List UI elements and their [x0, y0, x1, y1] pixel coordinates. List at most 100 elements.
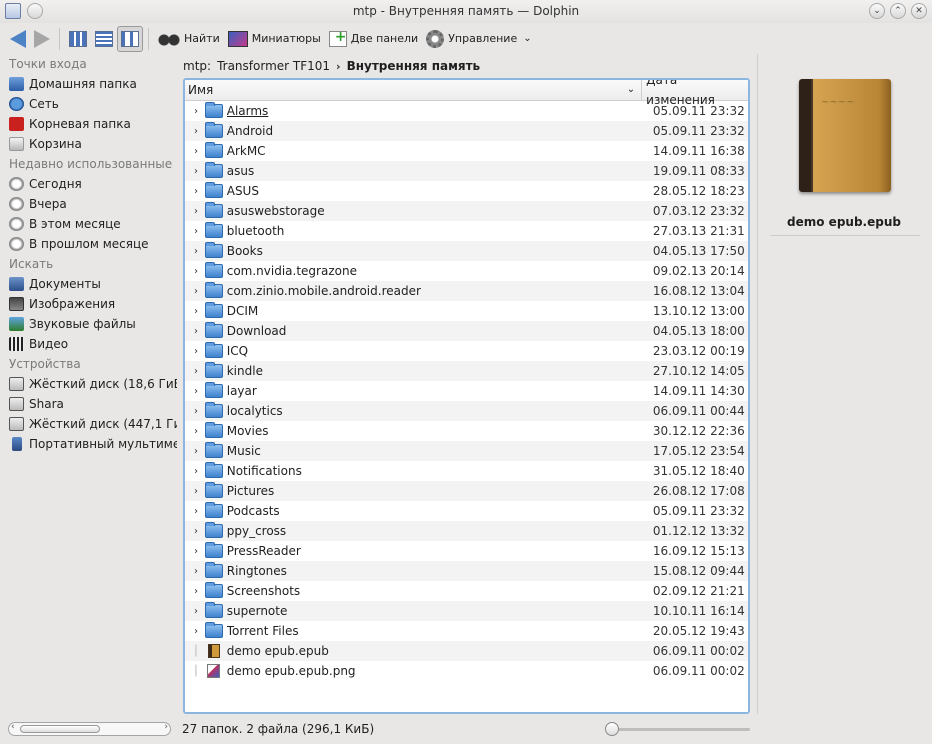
- file-row[interactable]: › localytics 06.09.11 00:44: [185, 401, 748, 421]
- columns-view-button[interactable]: [117, 25, 143, 52]
- scrollbar-thumb[interactable]: [20, 725, 100, 733]
- file-row[interactable]: › ASUS 28.05.12 18:23: [185, 181, 748, 201]
- file-row[interactable]: › PressReader 16.09.12 15:13: [185, 541, 748, 561]
- expand-arrow-icon[interactable]: ›: [189, 106, 203, 117]
- control-menu-button[interactable]: Управление ⌄: [422, 26, 535, 52]
- file-row[interactable]: │ demo epub.epub.png 06.09.11 00:02: [185, 661, 748, 681]
- breadcrumb-current[interactable]: Внутренняя память: [347, 59, 481, 73]
- file-row[interactable]: › Music 17.05.12 23:54: [185, 441, 748, 461]
- expand-arrow-icon[interactable]: ›: [189, 346, 203, 357]
- file-row[interactable]: › asuswebstorage 07.03.12 23:32: [185, 201, 748, 221]
- file-row[interactable]: › supernote 10.10.11 16:14: [185, 601, 748, 621]
- expand-arrow-icon[interactable]: ›: [189, 406, 203, 417]
- file-row[interactable]: › Movies 30.12.12 22:36: [185, 421, 748, 441]
- file-row[interactable]: › ppy_cross 01.12.12 13:32: [185, 521, 748, 541]
- zoom-slider-handle[interactable]: [605, 722, 619, 736]
- sidebar-item-documents[interactable]: Документы: [0, 274, 177, 294]
- preview-button[interactable]: Миниатюры: [224, 26, 325, 52]
- expand-arrow-icon[interactable]: ›: [189, 626, 203, 637]
- expand-arrow-icon[interactable]: ›: [189, 306, 203, 317]
- file-row[interactable]: › Download 04.05.13 18:00: [185, 321, 748, 341]
- folder-icon: [204, 202, 223, 218]
- expand-arrow-icon[interactable]: ›: [189, 266, 203, 277]
- split-button[interactable]: Две панели: [325, 26, 422, 52]
- sidebar-item-home[interactable]: Домашняя папка: [0, 74, 177, 94]
- file-row[interactable]: › Screenshots 02.09.12 21:21: [185, 581, 748, 601]
- expand-arrow-icon[interactable]: ›: [189, 386, 203, 397]
- sidebar-item-root[interactable]: Корневая папка: [0, 114, 177, 134]
- breadcrumb-device[interactable]: Transformer TF101: [217, 59, 330, 73]
- sidebar-item-shara[interactable]: Shara: [0, 394, 177, 414]
- expand-arrow-icon[interactable]: ›: [189, 486, 203, 497]
- file-row[interactable]: › Alarms 05.09.11 23:32: [185, 101, 748, 121]
- sidebar-item-trash[interactable]: Корзина: [0, 134, 177, 154]
- file-row[interactable]: › DCIM 13.10.12 13:00: [185, 301, 748, 321]
- file-view[interactable]: Имя ⌄ Дата изменения › Alarms 05.09.11 23:…: [183, 78, 750, 714]
- expand-arrow-icon[interactable]: ›: [189, 166, 203, 177]
- expand-arrow-icon[interactable]: ›: [189, 526, 203, 537]
- expand-arrow-icon[interactable]: ›: [189, 226, 203, 237]
- file-row[interactable]: › Android 05.09.11 23:32: [185, 121, 748, 141]
- expand-arrow-icon[interactable]: ›: [189, 366, 203, 377]
- file-row[interactable]: › kindle 27.10.12 14:05: [185, 361, 748, 381]
- expand-arrow-icon[interactable]: ›: [189, 326, 203, 337]
- sidebar-item-audio[interactable]: Звуковые файлы: [0, 314, 177, 334]
- expand-arrow-icon[interactable]: ›: [189, 126, 203, 137]
- expand-arrow-icon[interactable]: ›: [189, 566, 203, 577]
- sidebar-horizontal-scrollbar[interactable]: ‹ ›: [8, 722, 171, 736]
- breadcrumb-root[interactable]: mtp:: [183, 59, 211, 73]
- expand-arrow-icon[interactable]: ›: [189, 466, 203, 477]
- expand-arrow-icon[interactable]: ›: [189, 506, 203, 517]
- sidebar-item-this-month[interactable]: В этом месяце: [0, 214, 177, 234]
- sidebar-item-network[interactable]: Сеть: [0, 94, 177, 114]
- maximize-button[interactable]: ⌃: [890, 3, 906, 19]
- file-row[interactable]: › Pictures 26.08.12 17:08: [185, 481, 748, 501]
- back-button[interactable]: [6, 26, 30, 52]
- file-row[interactable]: › Notifications 31.05.12 18:40: [185, 461, 748, 481]
- sidebar-item-last-month[interactable]: В прошлом месяце: [0, 234, 177, 254]
- scroll-right-icon[interactable]: ›: [164, 722, 168, 732]
- file-row[interactable]: › bluetooth 27.03.13 21:31: [185, 221, 748, 241]
- expand-arrow-icon[interactable]: ›: [189, 546, 203, 557]
- sidebar-item-disk-1[interactable]: Жёсткий диск (18,6 ГиБ): [0, 374, 177, 394]
- close-button[interactable]: ✕: [911, 3, 927, 19]
- minimize-button[interactable]: ⌄: [869, 3, 885, 19]
- expand-arrow-icon[interactable]: ›: [189, 246, 203, 257]
- file-row[interactable]: › asus 19.09.11 08:33: [185, 161, 748, 181]
- sidebar-item-video[interactable]: Видео: [0, 334, 177, 354]
- sidebar-item-images[interactable]: Изображения: [0, 294, 177, 314]
- file-row[interactable]: › Ringtones 15.08.12 09:44: [185, 561, 748, 581]
- clock-icon: [9, 197, 24, 211]
- expand-arrow-icon[interactable]: ›: [189, 426, 203, 437]
- name-column-header[interactable]: Имя ⌄: [185, 80, 643, 100]
- expand-arrow-icon[interactable]: ›: [189, 446, 203, 457]
- title-bar: mtp - Внутренняя память — Dolphin ⌄ ⌃ ✕: [0, 0, 932, 23]
- expand-arrow-icon[interactable]: ›: [189, 606, 203, 617]
- expand-arrow-icon[interactable]: ›: [189, 586, 203, 597]
- sidebar-item-disk-2[interactable]: Жёсткий диск (447,1 ГиБ): [0, 414, 177, 434]
- file-row[interactable]: › ICQ 23.03.12 00:19: [185, 341, 748, 361]
- file-row[interactable]: › ArkMC 14.09.11 16:38: [185, 141, 748, 161]
- file-row[interactable]: › Podcasts 05.09.11 23:32: [185, 501, 748, 521]
- icons-view-button[interactable]: [65, 26, 91, 52]
- folder-icon: [204, 462, 223, 478]
- find-button[interactable]: Найти: [154, 26, 224, 52]
- forward-button[interactable]: [30, 26, 54, 52]
- sidebar-item-today[interactable]: Сегодня: [0, 174, 177, 194]
- expand-arrow-icon[interactable]: ›: [189, 186, 203, 197]
- chevron-right-icon[interactable]: ›: [336, 60, 341, 73]
- scroll-left-icon[interactable]: ‹: [11, 722, 15, 732]
- file-row[interactable]: › Books 04.05.13 17:50: [185, 241, 748, 261]
- file-row[interactable]: │ demo epub.epub 06.09.11 00:02: [185, 641, 748, 661]
- sidebar-item-portable-media[interactable]: Портативный мультимедиа: [0, 434, 177, 454]
- expand-arrow-icon[interactable]: ›: [189, 146, 203, 157]
- zoom-slider[interactable]: [605, 722, 750, 736]
- expand-arrow-icon[interactable]: ›: [189, 206, 203, 217]
- file-row[interactable]: › Torrent Files 20.05.12 19:43: [185, 621, 748, 641]
- file-row[interactable]: › com.nvidia.tegrazone 09.02.13 20:14: [185, 261, 748, 281]
- file-row[interactable]: › com.zinio.mobile.android.reader 16.08.12…: [185, 281, 748, 301]
- sidebar-item-yesterday[interactable]: Вчера: [0, 194, 177, 214]
- expand-arrow-icon[interactable]: ›: [189, 286, 203, 297]
- details-view-button[interactable]: [91, 26, 117, 52]
- file-row[interactable]: › layar 14.09.11 14:30: [185, 381, 748, 401]
